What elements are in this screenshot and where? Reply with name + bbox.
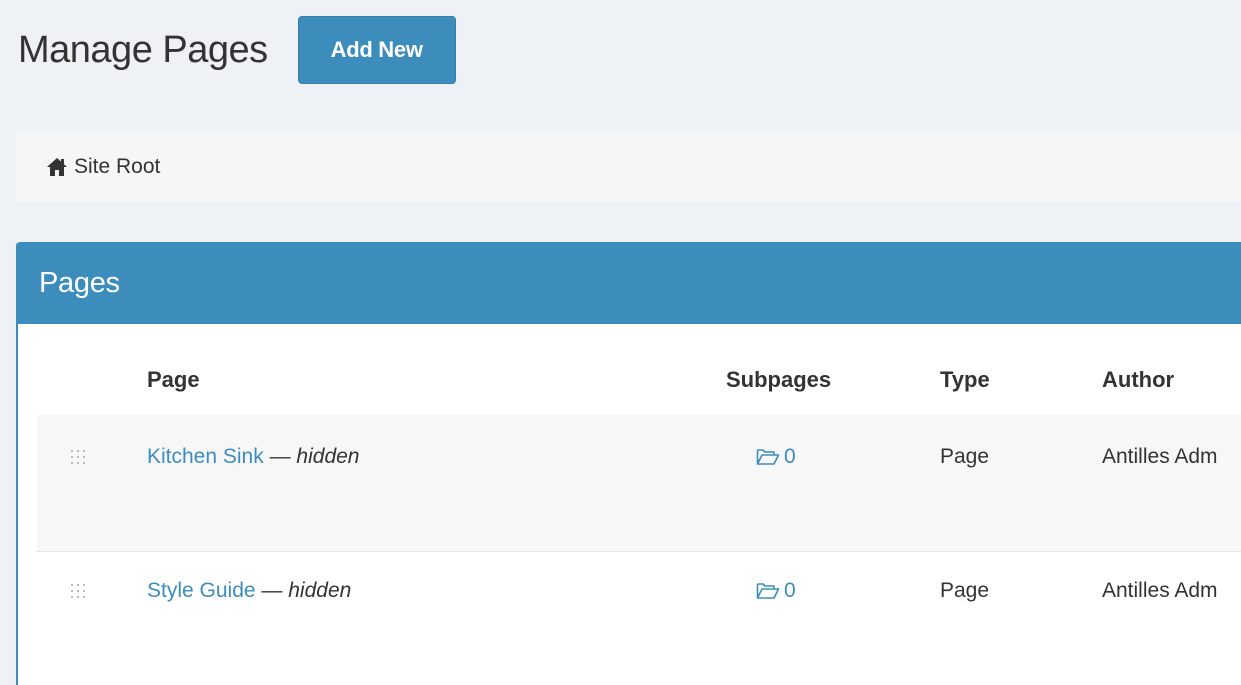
add-new-button[interactable]: Add New [297, 16, 456, 84]
page-title: Manage Pages [18, 28, 268, 71]
page-link[interactable]: Style Guide [147, 579, 256, 602]
panel-heading: Pages [18, 242, 1241, 324]
type-cell: Page [940, 445, 990, 468]
type-cell: Page [940, 579, 990, 602]
page-status: hidden [288, 579, 352, 602]
subpages-cell: 0 [723, 445, 940, 473]
home-icon [46, 157, 68, 177]
page-link[interactable]: Kitchen Sink [147, 445, 264, 468]
page-header: Manage Pages Add New [18, 16, 456, 84]
author-name: Antilles Adm [1102, 445, 1218, 468]
drag-handle-icon[interactable] [69, 447, 89, 467]
table-row: Kitchen Sink — hidden 0 Page Antilles Ad… [37, 415, 1241, 552]
author-cell: Antilles Adm [1102, 579, 1241, 603]
separator: — [269, 445, 297, 468]
subpages-count: 0 [784, 579, 796, 602]
header-type: Type [940, 366, 990, 392]
page-cell: Kitchen Sink — hidden [147, 445, 723, 469]
subpages-link[interactable]: 0 [723, 579, 796, 603]
table-header: Page Subpages Type Author [37, 344, 1241, 415]
drag-handle-icon[interactable] [69, 581, 89, 601]
header-subpages: Subpages [726, 366, 832, 392]
panel-title: Pages [39, 266, 120, 299]
folder-open-icon [756, 447, 780, 467]
page-status: hidden [296, 445, 360, 468]
subpages-cell: 0 [723, 579, 940, 607]
separator: — [261, 579, 289, 602]
handle-cell [37, 579, 147, 607]
subpages-count: 0 [784, 445, 796, 468]
breadcrumb-label: Site Root [74, 154, 161, 178]
handle-cell [37, 445, 147, 473]
header-author: Author [1102, 366, 1175, 392]
author-cell: Antilles Adm [1102, 445, 1241, 469]
folder-open-icon [756, 581, 780, 601]
page-cell: Style Guide — hidden [147, 579, 723, 603]
header-page: Page [147, 366, 200, 392]
subpages-link[interactable]: 0 [723, 445, 796, 469]
pages-table: Page Subpages Type Author Kitchen Sink —… [37, 344, 1241, 685]
breadcrumb-site-root[interactable]: Site Root [46, 155, 160, 179]
author-name: Antilles Adm [1102, 579, 1218, 602]
table-row: Style Guide — hidden 0 Page Antilles Adm [37, 552, 1241, 685]
breadcrumb: Site Root [16, 131, 1241, 202]
pages-panel: Pages Page Subpages Type Author Kitchen … [16, 242, 1241, 685]
